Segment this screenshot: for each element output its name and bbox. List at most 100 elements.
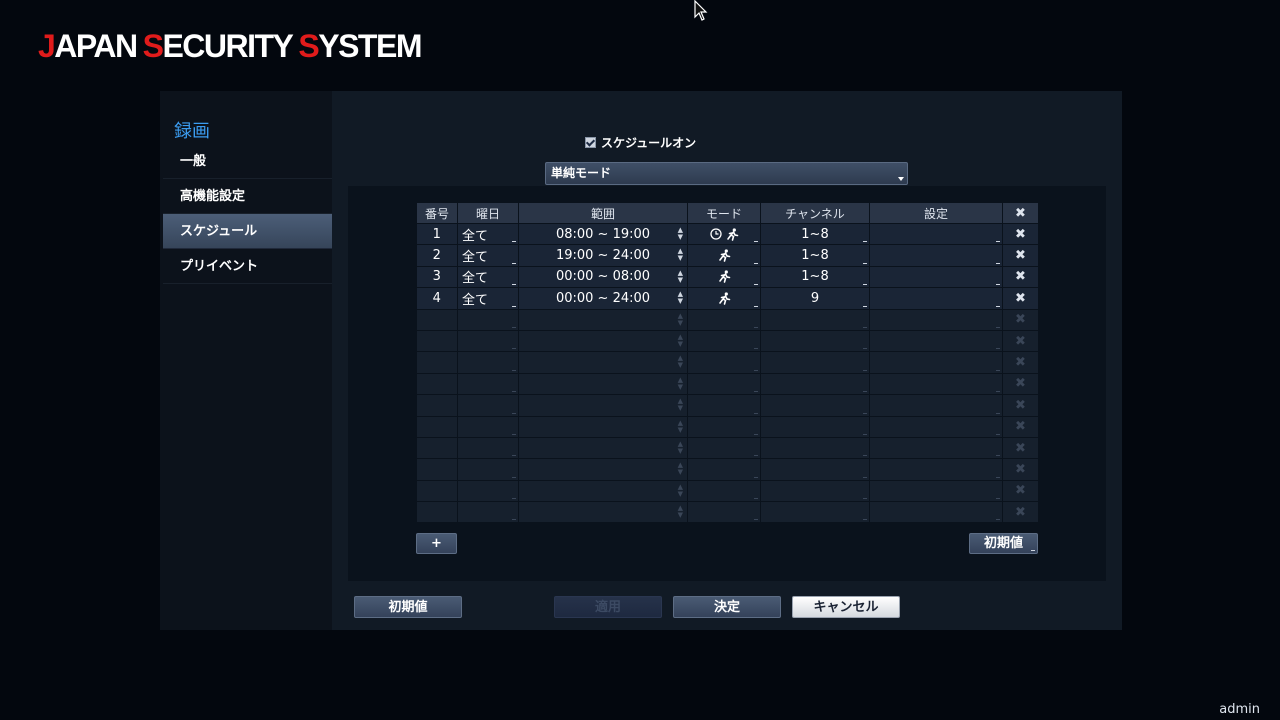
delete-row-cell: ✖ [1002, 501, 1039, 524]
time-spinner[interactable]: ▲ ▼ [678, 355, 683, 369]
channel-select[interactable]: 9 [760, 287, 870, 310]
mode-select[interactable]: 単純モード [545, 162, 908, 185]
dropdown-marker [1031, 550, 1035, 551]
setting-cell[interactable] [869, 287, 1003, 310]
time-range-field[interactable]: 19:00 ~ 24:00 ▲ ▼ [518, 244, 688, 267]
time-spinner[interactable]: ▲ ▼ [678, 398, 683, 412]
sidebar-item-advanced[interactable]: 高機能設定 [163, 179, 332, 214]
delete-row-cell[interactable]: ✖ [1002, 244, 1039, 267]
ok-button[interactable]: 決定 [673, 596, 781, 618]
channel-select[interactable]: 1~8 [760, 223, 870, 246]
time-spinner[interactable]: ▲ ▼ [678, 227, 683, 241]
table-default-button[interactable]: 初期値 [969, 533, 1038, 554]
cancel-button[interactable]: キャンセル [792, 596, 900, 618]
table-row: 1 全て 08:00 ~ 19:00 ▲ ▼ 1~8 ✖ [416, 223, 1039, 246]
apply-button[interactable]: 適用 [554, 596, 662, 618]
settings-panel: 録画 一般 高機能設定 スケジュール プリイベント スケジュールオン 単純モード… [160, 91, 1122, 630]
setting-cell[interactable] [869, 244, 1003, 267]
time-spinner[interactable]: ▲ ▼ [678, 419, 683, 434]
setting-cell [869, 351, 1003, 374]
dropdown-marker [754, 369, 758, 371]
time-spinner[interactable]: ▲ ▼ [678, 248, 683, 262]
channel-select [760, 373, 870, 396]
mode-select-cell [687, 351, 761, 374]
table-default-label: 初期値 [983, 536, 1023, 551]
setting-cell [869, 330, 1003, 353]
day-select[interactable]: 全て [457, 244, 519, 267]
dropdown-marker [754, 498, 758, 500]
channel-select [760, 351, 870, 374]
mode-select-cell [687, 458, 761, 481]
delete-row-cell: ✖ [1002, 309, 1039, 331]
setting-cell[interactable] [869, 223, 1003, 246]
schedule-on-toggle[interactable]: スケジュールオン [585, 134, 696, 151]
delete-all-icon[interactable]: ✖ [1015, 206, 1026, 221]
time-spinner[interactable]: ▲ ▼ [678, 505, 683, 519]
day-select[interactable]: 全て [457, 287, 519, 310]
dropdown-marker [996, 391, 1000, 393]
delete-icon[interactable]: ✖ [1015, 248, 1026, 263]
schedule-on-checkbox[interactable] [585, 137, 596, 148]
time-range-field: ▲ ▼ [518, 351, 688, 374]
mode-select-cell [687, 373, 761, 396]
time-spinner[interactable]: ▲ ▼ [678, 269, 683, 284]
sidebar-item-schedule[interactable]: スケジュール [163, 214, 332, 249]
delete-icon: ✖ [1015, 461, 1026, 477]
dropdown-marker [996, 369, 1000, 371]
mode-icons [718, 270, 731, 284]
mode-select-cell[interactable] [687, 266, 761, 289]
mode-select-cell[interactable] [687, 244, 761, 267]
delete-row-cell[interactable]: ✖ [1002, 266, 1039, 289]
dropdown-marker [863, 369, 867, 371]
default-button[interactable]: 初期値 [354, 596, 462, 618]
delete-icon[interactable]: ✖ [1015, 291, 1026, 306]
time-spinner[interactable]: ▲ ▼ [678, 462, 683, 476]
mode-select-value: 単純モード [551, 166, 612, 180]
table-header-row: 番号 曜日 範囲 モード チャンネル 設定 ✖ [416, 202, 1039, 224]
mode-select-cell [687, 309, 761, 331]
channel-select[interactable]: 1~8 [760, 266, 870, 289]
header-day: 曜日 [457, 202, 519, 224]
time-spinner[interactable]: ▲ ▼ [678, 333, 683, 348]
dropdown-marker [996, 476, 1000, 478]
dropdown-marker [863, 498, 867, 500]
time-spinner[interactable]: ▲ ▼ [678, 376, 683, 391]
day-select[interactable]: 全て [457, 223, 519, 246]
delete-icon: ✖ [1015, 312, 1026, 328]
add-row-button[interactable]: + [416, 533, 457, 554]
delete-icon[interactable]: ✖ [1015, 227, 1026, 242]
dropdown-marker [863, 412, 867, 414]
time-spinner[interactable]: ▲ ▼ [678, 312, 683, 327]
dropdown-marker [863, 476, 867, 478]
mode-select-cell[interactable] [687, 223, 761, 246]
dropdown-marker [863, 433, 867, 435]
day-select[interactable]: 全て [457, 266, 519, 289]
channel-select[interactable]: 1~8 [760, 244, 870, 267]
run-icon [718, 249, 730, 262]
time-spinner[interactable]: ▲ ▼ [678, 291, 683, 305]
sidebar-item-pre-event[interactable]: プリイベント [163, 249, 332, 284]
time-spinner[interactable]: ▲ ▼ [678, 483, 683, 498]
time-range-field[interactable]: 08:00 ~ 19:00 ▲ ▼ [518, 223, 688, 246]
sidebar-title: 録画 [174, 121, 210, 142]
dropdown-marker [512, 262, 516, 264]
delete-row-cell: ✖ [1002, 330, 1039, 353]
day-select [457, 351, 519, 374]
sidebar-item-general[interactable]: 一般 [163, 144, 332, 179]
delete-icon[interactable]: ✖ [1015, 269, 1026, 284]
time-range-field[interactable]: 00:00 ~ 24:00 ▲ ▼ [518, 287, 688, 310]
channel-select [760, 309, 870, 331]
time-spinner[interactable]: ▲ ▼ [678, 440, 683, 455]
dropdown-marker [512, 305, 516, 307]
dropdown-marker [512, 433, 516, 435]
setting-cell[interactable] [869, 266, 1003, 289]
mode-select-cell[interactable] [687, 287, 761, 310]
setting-cell [869, 437, 1003, 460]
delete-row-cell[interactable]: ✖ [1002, 223, 1039, 246]
dropdown-marker [512, 284, 516, 286]
dropdown-marker [996, 455, 1000, 457]
time-range-field[interactable]: 00:00 ~ 08:00 ▲ ▼ [518, 266, 688, 289]
delete-row-cell[interactable]: ✖ [1002, 287, 1039, 310]
dropdown-marker [754, 391, 758, 393]
delete-icon: ✖ [1015, 397, 1026, 413]
